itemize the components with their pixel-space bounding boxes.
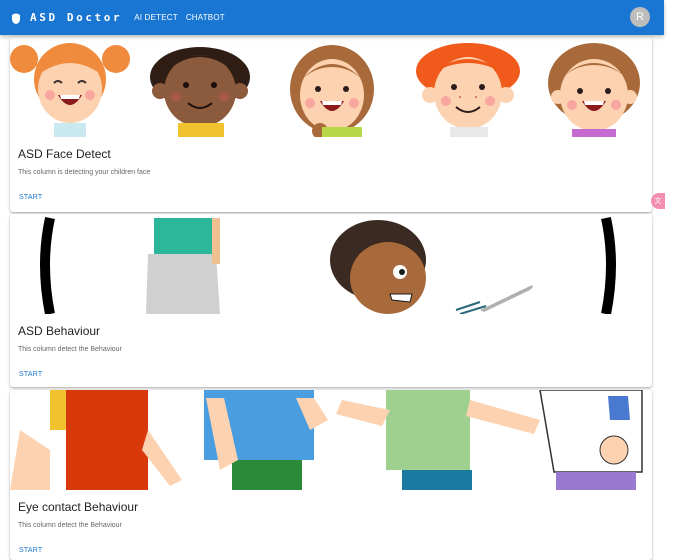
avatar[interactable]: R	[630, 7, 650, 27]
card-image-eye-contact	[10, 390, 652, 490]
card-description: This column detect the Behaviour	[18, 346, 122, 353]
card-image-faces	[10, 37, 652, 137]
child-face-2	[150, 47, 250, 137]
nav-ai-detect[interactable]: AI DETECT	[134, 13, 178, 22]
card-description: This column is detecting your children f…	[18, 169, 151, 176]
brand-title[interactable]: ASD Doctor	[30, 11, 122, 24]
card-face-detect: ASD Face Detect This column is detecting…	[10, 37, 652, 212]
start-button[interactable]: START	[10, 176, 652, 207]
app-bar: ASD Doctor AI DETECT CHATBOT R	[0, 0, 664, 35]
card-behaviour: ASD Behaviour This column detect the Beh…	[10, 214, 652, 387]
card-description: This column detect the Behaviour	[18, 522, 122, 529]
card-title: ASD Face Detect	[18, 147, 111, 161]
child-face-3	[290, 45, 374, 137]
card-image-behaviour	[10, 214, 652, 314]
card-title: Eye contact Behaviour	[18, 500, 139, 514]
card-eye-contact: Eye contact Behaviour This column detect…	[10, 390, 652, 560]
shield-icon	[12, 13, 20, 24]
card-title: ASD Behaviour	[18, 324, 101, 338]
child-face-1	[10, 43, 130, 137]
translate-icon[interactable]: 文	[651, 193, 665, 209]
start-button[interactable]: START	[10, 353, 652, 384]
child-face-4	[416, 43, 520, 137]
child-face-5	[548, 43, 640, 137]
start-button[interactable]: START	[10, 529, 652, 560]
nav-chatbot[interactable]: CHATBOT	[186, 13, 225, 22]
